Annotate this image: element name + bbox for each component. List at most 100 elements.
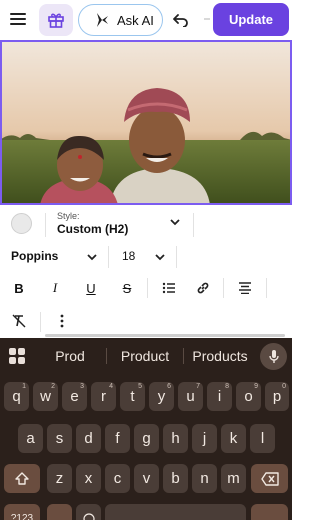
bulleted-list-icon[interactable] — [159, 278, 179, 298]
shift-icon — [15, 471, 29, 485]
style-dropdown[interactable]: Custom (H2) — [57, 222, 128, 236]
comma-key[interactable] — [47, 504, 72, 520]
hero-image[interactable] — [0, 40, 292, 205]
enter-key[interactable] — [251, 504, 288, 520]
more-options-icon[interactable] — [52, 311, 72, 331]
font-size-dropdown[interactable]: 18 — [122, 249, 135, 263]
toolbar-scrollbar[interactable] — [45, 334, 285, 337]
key-q[interactable]: q1 — [4, 382, 29, 411]
key-t[interactable]: t5 — [120, 382, 145, 411]
key-s[interactable]: s — [47, 424, 72, 453]
clear-formatting-icon[interactable] — [9, 311, 29, 331]
ask-ai-button[interactable]: Ask AI — [78, 4, 163, 36]
key-label: o — [244, 388, 253, 405]
key-j[interactable]: j — [192, 424, 217, 453]
onscreen-keyboard: Prod Product Products q1 w2 e3 r4 t5 y6 … — [0, 338, 292, 520]
key-v[interactable]: v — [134, 464, 159, 493]
farmers-photo — [0, 40, 292, 205]
chevron-down-icon[interactable] — [169, 217, 181, 227]
key-w[interactable]: w2 — [33, 382, 58, 411]
undo-icon[interactable] — [170, 9, 192, 31]
key-label: i — [217, 388, 222, 405]
suggestion-strip: Prod Product Products — [0, 338, 292, 374]
key-l[interactable]: l — [250, 424, 275, 453]
divider — [40, 312, 41, 332]
shift-key[interactable] — [4, 464, 40, 493]
key-o[interactable]: o9 — [236, 382, 261, 411]
key-y[interactable]: y6 — [149, 382, 174, 411]
gift-icon — [48, 13, 64, 28]
divider — [106, 348, 107, 364]
key-g[interactable]: g — [134, 424, 159, 453]
key-k[interactable]: k — [221, 424, 246, 453]
key-r[interactable]: r4 — [91, 382, 116, 411]
font-row: Poppins 18 — [0, 243, 292, 271]
symbols-key[interactable]: ?123 — [4, 504, 40, 520]
suggestion-1[interactable]: Prod — [45, 348, 95, 364]
suggestion-2[interactable]: Product — [115, 348, 175, 364]
key-d[interactable]: d — [76, 424, 101, 453]
key-label: t — [130, 388, 135, 405]
key-sup-label: 9 — [254, 383, 258, 390]
key-label: q — [12, 388, 21, 405]
key-sup-label: 4 — [109, 383, 113, 390]
key-b[interactable]: b — [163, 464, 188, 493]
key-h[interactable]: h — [163, 424, 188, 453]
emoji-icon — [82, 512, 95, 520]
update-button[interactable]: Update — [213, 3, 289, 36]
apps-grid-icon[interactable] — [9, 348, 25, 364]
key-p[interactable]: p0 — [265, 382, 289, 411]
color-swatch[interactable] — [11, 213, 32, 234]
sparkle-icon — [97, 13, 108, 27]
key-label: y — [157, 388, 166, 405]
backspace-key[interactable] — [251, 464, 288, 493]
space-key[interactable] — [105, 504, 246, 520]
key-e[interactable]: e3 — [62, 382, 87, 411]
divider — [45, 213, 46, 237]
bold-icon[interactable]: B — [9, 278, 29, 298]
key-m[interactable]: m — [221, 464, 246, 493]
key-sup-label: 0 — [282, 383, 286, 390]
style-label: Style: — [57, 211, 80, 221]
underline-icon[interactable]: U — [81, 278, 101, 298]
key-label: w — [40, 388, 51, 405]
key-sup-label: 6 — [167, 383, 171, 390]
style-row: Style: Custom (H2) — [0, 205, 292, 243]
align-center-icon[interactable] — [235, 278, 255, 298]
link-icon[interactable] — [193, 278, 213, 298]
microphone-icon[interactable] — [260, 343, 287, 370]
divider — [223, 278, 224, 298]
font-family-dropdown[interactable]: Poppins — [11, 249, 58, 263]
key-sup-label: 5 — [138, 383, 142, 390]
italic-icon[interactable]: I — [45, 278, 65, 298]
key-sup-label: 1 — [22, 383, 26, 390]
strikethrough-icon[interactable]: S — [117, 278, 137, 298]
key-z[interactable]: z — [47, 464, 72, 493]
suggestion-3[interactable]: Products — [188, 348, 252, 364]
key-i[interactable]: i8 — [207, 382, 232, 411]
key-n[interactable]: n — [192, 464, 217, 493]
divider — [176, 246, 177, 268]
divider — [193, 213, 194, 237]
key-c[interactable]: c — [105, 464, 130, 493]
key-a[interactable]: a — [18, 424, 43, 453]
format-toolbar-extra — [0, 307, 292, 337]
key-label: e — [70, 388, 79, 405]
key-label: p — [272, 388, 282, 405]
top-toolbar: Ask AI Update — [0, 0, 292, 40]
key-sup-label: 7 — [196, 383, 200, 390]
key-f[interactable]: f — [105, 424, 130, 453]
key-sup-label: 2 — [51, 383, 55, 390]
gift-button[interactable] — [39, 4, 73, 36]
hamburger-menu-icon[interactable] — [10, 10, 32, 30]
key-label: r — [101, 388, 106, 405]
redo-icon[interactable] — [198, 9, 212, 31]
format-toolbar: B I U S — [0, 274, 292, 302]
key-x[interactable]: x — [76, 464, 101, 493]
backspace-icon — [260, 471, 279, 486]
key-u[interactable]: u7 — [178, 382, 203, 411]
chevron-down-icon[interactable] — [154, 252, 166, 262]
key-sup-label: 3 — [80, 383, 84, 390]
emoji-key[interactable] — [76, 504, 101, 520]
chevron-down-icon[interactable] — [86, 252, 98, 262]
